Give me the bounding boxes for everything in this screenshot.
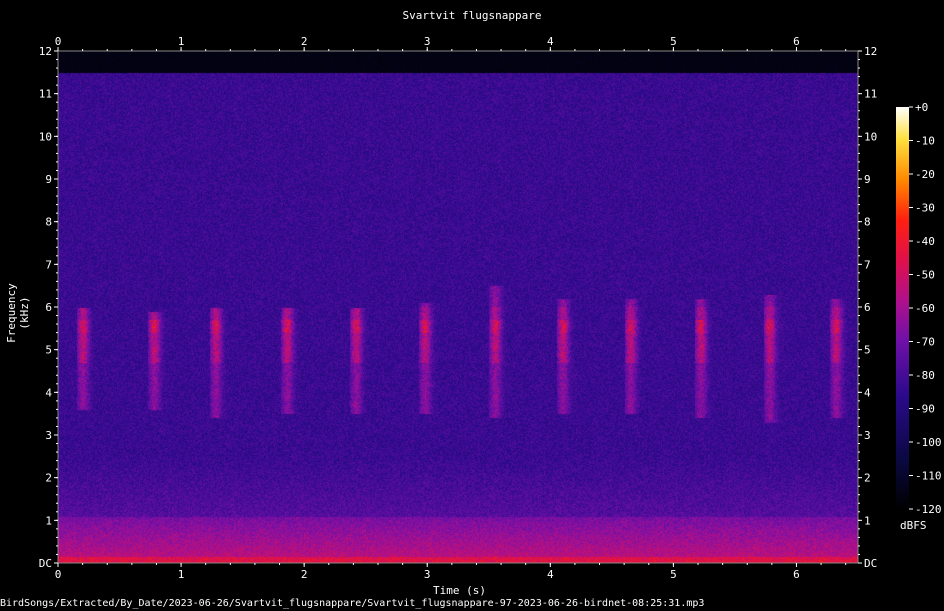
x-tick-label-bottom: 5 <box>670 568 677 581</box>
y-tick-label-right: 5 <box>864 344 871 357</box>
colorbar-tick-label: +0 <box>915 101 928 114</box>
x-tick-label-top: 5 <box>670 35 677 48</box>
y-tick-label-left: 10 <box>39 130 52 143</box>
file-path: BirdSongs/Extracted/By_Date/2023-06-26/S… <box>0 598 705 609</box>
colorbar <box>896 107 909 509</box>
colorbar-tick-label: -80 <box>915 369 935 382</box>
y-tick-label-left: DC <box>39 557 52 570</box>
x-tick-label-bottom: 1 <box>178 568 185 581</box>
y-tick-label-right: 6 <box>864 301 871 314</box>
y-tick-label-left: 2 <box>45 472 52 485</box>
colorbar-tick-label: -30 <box>915 202 935 215</box>
x-tick-label-bottom: 0 <box>55 568 62 581</box>
y-axis-label: Frequency (kHz) <box>5 283 31 343</box>
y-tick-label-right: 1 <box>864 514 871 527</box>
y-tick-label-right: 4 <box>864 386 871 399</box>
y-tick-label-right: 11 <box>864 88 877 101</box>
colorbar-tick-label: -110 <box>915 470 942 483</box>
x-tick-label-bottom: 2 <box>301 568 308 581</box>
y-tick-label-left: 3 <box>45 429 52 442</box>
x-tick-label-top: 2 <box>301 35 308 48</box>
y-tick-label-right: 12 <box>864 45 877 58</box>
x-tick-label-top: 1 <box>178 35 185 48</box>
y-tick-label-right: 9 <box>864 173 871 186</box>
y-tick-label-left: 4 <box>45 386 52 399</box>
y-tick-label-right: 10 <box>864 130 877 143</box>
x-tick-label-top: 0 <box>55 35 62 48</box>
plot-frame <box>57 50 859 564</box>
colorbar-label: dBFS <box>900 519 927 532</box>
colorbar-tick-label: -90 <box>915 403 935 416</box>
y-tick-label-right: 8 <box>864 216 871 229</box>
chart-axes: 00112233445566DC DC1 12 23 34 45 56 67 78 89 910 10… <box>39 35 942 581</box>
y-tick-label-right: 3 <box>864 429 871 442</box>
x-axis-label: Time (s) <box>433 584 486 597</box>
colorbar-tick-label: -10 <box>915 135 935 148</box>
y-tick-label-left: 1 <box>45 514 52 527</box>
x-tick-label-bottom: 4 <box>547 568 554 581</box>
colorbar-tick-label: -120 <box>915 503 942 516</box>
y-tick-label-left: 6 <box>45 301 52 314</box>
x-tick-label-bottom: 6 <box>793 568 800 581</box>
y-tick-label-left: 5 <box>45 344 52 357</box>
colorbar-tick-label: -70 <box>915 336 935 349</box>
colorbar-tick-label: -60 <box>915 302 935 315</box>
y-tick-label-left: 8 <box>45 216 52 229</box>
y-tick-label-left: 9 <box>45 173 52 186</box>
x-tick-label-bottom: 3 <box>424 568 431 581</box>
y-tick-label-right: 2 <box>864 472 871 485</box>
colorbar-tick-label: -40 <box>915 235 935 248</box>
x-tick-label-top: 6 <box>793 35 800 48</box>
y-tick-label-left: 12 <box>39 45 52 58</box>
colorbar-tick-label: -50 <box>915 269 935 282</box>
y-tick-label-left: 11 <box>39 88 52 101</box>
y-tick-label-left: 7 <box>45 258 52 271</box>
colorbar-tick-label: -100 <box>915 436 942 449</box>
y-tick-label-right: DC <box>864 557 877 570</box>
y-tick-label-right: 7 <box>864 258 871 271</box>
colorbar-tick-label: -20 <box>915 168 935 181</box>
x-tick-label-top: 4 <box>547 35 554 48</box>
x-tick-label-top: 3 <box>424 35 431 48</box>
